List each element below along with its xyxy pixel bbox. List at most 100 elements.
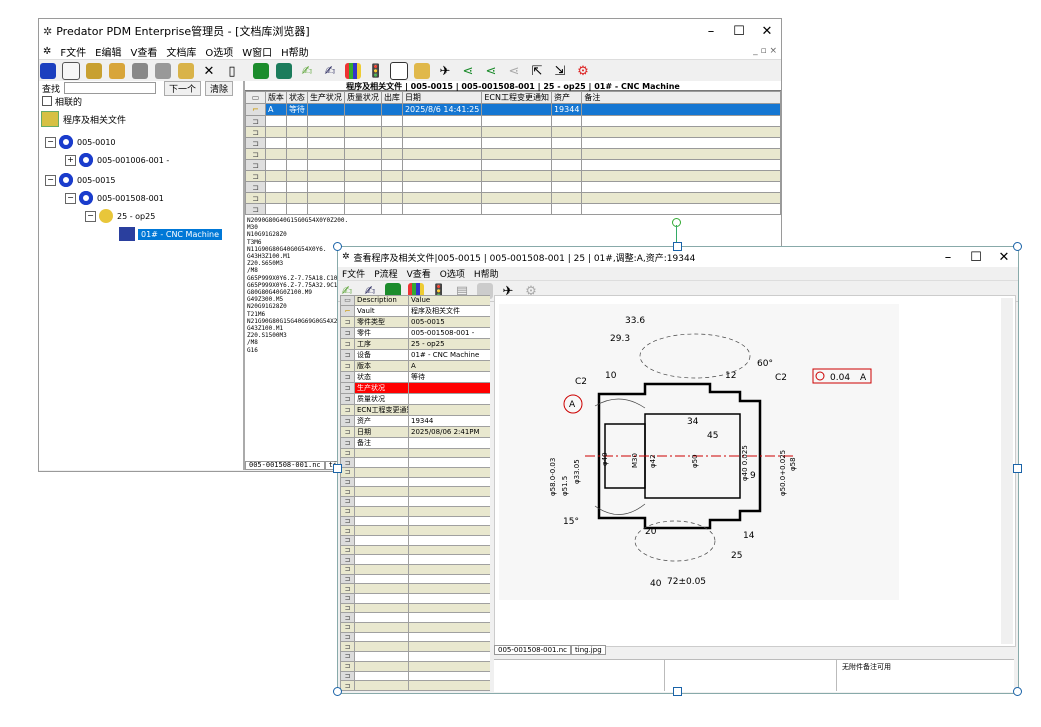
menu-help[interactable]: H帮助: [281, 44, 309, 59]
satellite-icon[interactable]: ✈: [436, 62, 454, 80]
doc-file-tab-nc[interactable]: 005-001508-001.nc: [494, 645, 572, 655]
table-row[interactable]: ⊐: [340, 467, 490, 478]
table-row[interactable]: ⊐: [245, 192, 781, 204]
table-row[interactable]: ⊐ 质量状况: [340, 392, 490, 405]
related-checkbox[interactable]: [42, 96, 52, 106]
table-row[interactable]: ⊐ 状态 等待: [340, 370, 490, 383]
exit-icon[interactable]: ⇱: [528, 62, 546, 80]
tree-node-cnc-machine[interactable]: 01# - CNC Machine: [119, 227, 223, 241]
menu-edit[interactable]: E编辑: [95, 44, 121, 59]
table-row[interactable]: ⊐: [340, 525, 490, 536]
close-button[interactable]: ✕: [753, 24, 781, 39]
table-row[interactable]: ⊐: [340, 573, 490, 585]
col-header[interactable]: 备注: [581, 91, 781, 104]
table-row[interactable]: ⊐: [340, 563, 490, 575]
related-checkbox-row[interactable]: 相联的: [39, 95, 243, 108]
signature-icon[interactable]: ✍: [298, 62, 316, 80]
table-row[interactable]: ⊐: [245, 126, 781, 138]
table-row[interactable]: ⌐ Vault 程序及相关文件: [340, 304, 490, 317]
menu-view[interactable]: V查看: [130, 44, 157, 59]
table-row-highlighted[interactable]: ⊐ 生产状况: [340, 381, 490, 394]
calendar-icon[interactable]: [390, 62, 408, 80]
tree-node-005-001508-001[interactable]: − 005-001508-001: [65, 191, 164, 205]
delete-icon[interactable]: ✕: [200, 62, 218, 80]
tree-root[interactable]: 程序及相关文件: [41, 111, 126, 127]
table-row[interactable]: ⊐: [340, 689, 490, 691]
copy-icon[interactable]: [131, 62, 149, 80]
table-row[interactable]: ⊐: [340, 631, 490, 643]
paste-icon[interactable]: [154, 62, 172, 80]
table-row[interactable]: ⊐: [245, 137, 781, 149]
red-gear-icon[interactable]: ⚙: [574, 62, 592, 80]
notes-left-pane[interactable]: [494, 660, 665, 691]
document-icon[interactable]: [62, 62, 80, 80]
tree-node-005-0015[interactable]: − 005-0015: [45, 173, 116, 187]
file-tab-nc[interactable]: 005-001508-001.nc: [245, 460, 325, 470]
open-folder-icon[interactable]: [413, 62, 431, 80]
table-row[interactable]: ⊐ 版本 A: [340, 359, 490, 372]
table-row[interactable]: ⊐: [340, 534, 490, 546]
table-row[interactable]: ⊐: [340, 651, 490, 662]
resize-handle-tl[interactable]: [333, 242, 342, 251]
settings-icon[interactable]: [39, 62, 57, 80]
table-row[interactable]: ⊐: [340, 593, 490, 604]
table-row[interactable]: ⊐: [340, 457, 490, 469]
table-row[interactable]: ⊐ 日期 2025/08/06 2:41PM: [340, 425, 490, 438]
col-header[interactable]: 生产状况: [306, 91, 345, 104]
maximize-button[interactable]: ☐: [725, 24, 753, 39]
resize-handle-tr[interactable]: [1013, 242, 1022, 251]
table-row[interactable]: ⊐ 零件类型 005-0015: [340, 315, 490, 328]
expand-toggle[interactable]: +: [65, 154, 76, 166]
menu-library[interactable]: 文档库: [166, 44, 196, 59]
doc-close-button[interactable]: ✕: [990, 250, 1018, 265]
doc-menu-options[interactable]: O选项: [440, 267, 465, 280]
menu-window[interactable]: W窗口: [242, 44, 272, 59]
col-header[interactable]: 资产: [550, 91, 583, 104]
doc-menu-process[interactable]: P流程: [374, 267, 397, 280]
resize-handle-bc[interactable]: [673, 687, 682, 696]
table-row[interactable]: ⌐ A 等待 2025/8/6 14:41:25 19344: [245, 103, 781, 116]
table-row[interactable]: ⊐ 零件 005-001508-001 -: [340, 326, 490, 339]
table-row[interactable]: ⊐ ECN工程变更通知: [340, 403, 490, 416]
checkout-icon[interactable]: [275, 62, 293, 80]
table-row[interactable]: ⊐ 设备 01# - CNC Machine: [340, 348, 490, 361]
signature-blue-icon[interactable]: ✍: [321, 62, 339, 80]
resize-handle-bl[interactable]: [333, 687, 342, 696]
table-row[interactable]: ⊐: [340, 447, 490, 459]
table-row[interactable]: ⊐: [340, 622, 490, 633]
share-icon[interactable]: ⋖: [459, 62, 477, 80]
table-row[interactable]: ⊐: [245, 148, 781, 160]
edit-doc-icon[interactable]: [108, 62, 126, 80]
col-header[interactable]: ECN工程变更通知: [481, 91, 552, 104]
traffic-light-icon[interactable]: 🚦: [367, 62, 385, 80]
tree-node-005-0010[interactable]: − 005-0010: [45, 135, 116, 149]
doc-menu-help[interactable]: H帮助: [474, 267, 499, 280]
col-header[interactable]: 状态: [285, 91, 308, 104]
resize-handle-ml[interactable]: [333, 464, 342, 473]
table-row[interactable]: ⊐: [340, 554, 490, 565]
table-row[interactable]: ⊐: [340, 515, 490, 527]
table-row[interactable]: ⊐: [340, 505, 490, 517]
tree-node-005-001006-001[interactable]: + 005-001006-001 -: [65, 153, 169, 167]
search-input[interactable]: [64, 82, 157, 94]
table-row[interactable]: ⊐ 备注: [340, 436, 490, 449]
table-row[interactable]: ⊐: [340, 476, 490, 488]
table-row[interactable]: ⊐: [245, 181, 781, 193]
doc-maximize-button[interactable]: ☐: [962, 250, 990, 265]
table-row[interactable]: ⊐: [340, 544, 490, 556]
col-header[interactable]: 出库: [380, 91, 403, 104]
notes-middle-pane[interactable]: [666, 660, 837, 691]
table-row[interactable]: ⊐: [340, 602, 490, 614]
folder-icon[interactable]: [85, 62, 103, 80]
table-row[interactable]: ⊐: [340, 612, 490, 624]
drawing-scrollbar[interactable]: [1001, 298, 1013, 644]
checkin-icon[interactable]: [252, 62, 270, 80]
folder-open-icon[interactable]: [177, 62, 195, 80]
page-icon[interactable]: ▯: [223, 62, 241, 80]
col-header[interactable]: 质量状况: [343, 91, 382, 104]
import-icon[interactable]: ⇲: [551, 62, 569, 80]
share-alt-icon[interactable]: ⋖: [482, 62, 500, 80]
table-row[interactable]: ⊐: [340, 670, 490, 682]
collapse-toggle[interactable]: −: [85, 210, 96, 222]
table-row[interactable]: ⊐ 资产 19344: [340, 414, 490, 427]
